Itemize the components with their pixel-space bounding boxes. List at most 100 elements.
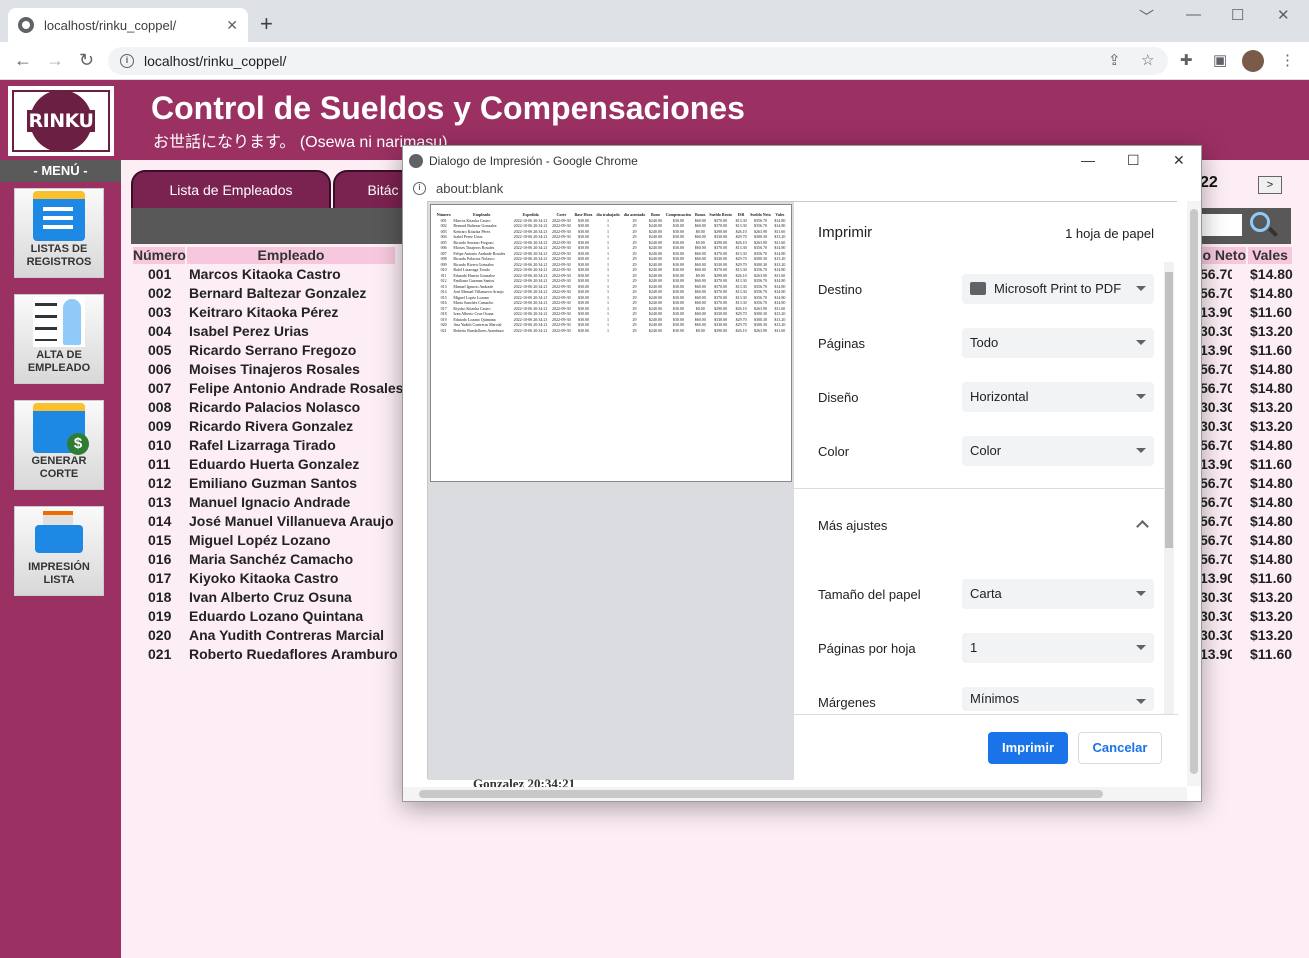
scrollbar-thumb[interactable] [1190,209,1198,774]
employee-name: Ricardo Rivera Gonzalez [189,418,354,434]
pages-select[interactable]: Todo [962,328,1154,358]
pages-per-sheet-value: 1 [970,640,978,655]
employee-net-salary: 56.70 [1200,475,1232,491]
pages-per-sheet-select[interactable]: 1 [962,633,1154,663]
share-icon[interactable]: ⇪ [1108,51,1121,69]
menu-kebab-icon[interactable]: ⋮ [1280,51,1295,69]
preview-header-cell: día trabajado [596,212,620,217]
employee-name: Miguel Lopéz Lozano [189,532,331,548]
employee-name: Marcos Kitaoka Castro [189,266,341,282]
preview-cell: $26.10 [735,327,747,333]
cancel-button[interactable]: Cancelar [1078,732,1162,764]
paper-size-label: Tamaño del papel [818,587,921,602]
profile-avatar[interactable] [1242,50,1264,72]
side-panel-icon[interactable]: ▣ [1213,51,1227,69]
employee-net-salary: 56.70 [1200,380,1232,396]
preview-cell: $240.00 [648,327,662,333]
preview-cell: 021 [440,327,447,333]
preview-cell: $13.20 [774,256,786,261]
search-input[interactable] [1200,214,1242,236]
preview-cell: $29.70 [735,234,747,239]
next-period-button[interactable]: > [1258,176,1282,194]
employee-vales: $14.80 [1250,513,1293,529]
preview-cell: $240.00 [648,289,662,294]
browser-tab[interactable]: localhost/rinku_coppel/ ✕ [8,8,248,42]
paper-size-select[interactable]: Carta [962,579,1154,609]
print-button[interactable]: Imprimir [988,732,1068,764]
preview-cell: $240.00 [648,278,662,283]
layout-select[interactable]: Horizontal [962,382,1154,412]
employee-name: Bernard Baltezar Gonzalez [189,285,367,301]
close-window-button[interactable]: ✕ [1277,6,1290,24]
preview-cell: $13.30 [735,245,747,250]
dialog-minimize-button[interactable]: — [1081,152,1095,168]
margins-label: Márgenes [818,695,876,710]
color-label: Color [818,444,850,459]
preview-cell: 2022-09-30 [552,278,571,283]
sidebar-item-alta[interactable]: ALTA DE EMPLEADO [14,294,104,384]
sidebar-label: GENERAR [31,455,87,467]
tab-lista-empleados[interactable]: Lista de Empleados [131,170,331,208]
chevron-down-icon [1136,340,1146,345]
destination-select[interactable]: Microsoft Print to PDF [962,274,1154,304]
preview-cell: 2022-09-30 [552,245,571,250]
sidebar-item-listas[interactable]: LISTAS DE REGISTROS [14,188,104,278]
employee-number: 003 [148,304,172,320]
sidebar-item-impresion[interactable]: IMPRESIÓN LISTA [14,506,104,596]
more-settings-toggle[interactable]: Más ajustes [818,518,887,533]
chevron-down-icon [1136,645,1146,650]
dialog-horizontal-scrollbar[interactable] [403,787,1187,801]
employee-name: Kiyoko Kitaoka Castro [189,570,339,586]
sidebar-item-corte[interactable]: GENERARCORTE [14,400,104,490]
bookmark-star-icon[interactable]: ☆ [1141,51,1154,69]
info-icon: i [413,181,426,195]
dialog-maximize-button[interactable]: ☐ [1127,152,1140,169]
pages-label: Páginas [818,336,865,351]
sidebar-label: LISTA [43,574,75,586]
search-icon[interactable] [1250,212,1270,232]
info-icon[interactable]: i [120,54,134,68]
sidebar-label: REGISTROS [26,256,92,268]
preview-cell: $29.70 [735,256,747,261]
print-preview-container: Número Empleado Expedida Corte Base Hora día … [427,201,1178,780]
extensions-icon[interactable]: ✚ [1180,51,1193,69]
settings-scrollbar[interactable] [1164,262,1174,714]
employee-vales: $13.20 [1250,323,1293,339]
employee-name: Rafel Lizarraga Tirado [189,437,336,453]
close-tab-icon[interactable]: ✕ [226,17,238,34]
money-list-icon [33,403,89,455]
employee-number: 015 [148,532,172,548]
preview-page: Número Empleado Expedida Corte Base Hora día … [430,204,792,482]
globe-icon [18,17,34,33]
maximize-button[interactable]: ☐ [1231,6,1244,24]
preview-cell: $11.60 [774,327,786,333]
new-tab-button[interactable]: + [260,12,273,36]
forward-button[interactable]: → [46,50,64,71]
menu-label: - MENÚ - [0,160,121,182]
preview-cell: 2022-09-30 [552,256,571,261]
scrollbar-thumb[interactable] [1165,272,1173,548]
chevron-up-icon[interactable] [1136,520,1149,533]
employee-number: 020 [148,627,172,643]
color-select[interactable]: Color [962,436,1154,466]
tab-title: localhost/rinku_coppel/ [44,17,177,33]
dialog-close-button[interactable]: ✕ [1173,152,1185,169]
preview-header-cell: Sueldo Bruto [709,212,732,217]
preview-cell: $240.00 [648,311,662,316]
scrollbar-thumb[interactable] [419,790,1103,798]
browser-tabstrip: localhost/rinku_coppel/ ✕ + ﹀ — ☐ ✕ [0,0,1309,42]
back-button[interactable]: ← [14,50,32,71]
employee-vales: $14.80 [1250,532,1293,548]
reload-button[interactable]: ↻ [79,50,94,71]
employee-vales: $11.60 [1250,646,1293,662]
address-bar[interactable]: i localhost/rinku_coppel/ [108,47,1168,75]
destination-value: Microsoft Print to PDF [994,281,1122,296]
dialog-vertical-scrollbar[interactable] [1187,201,1201,786]
margins-select[interactable]: Mínimos [962,687,1154,711]
employee-number: 005 [148,342,172,358]
tab-search-icon[interactable]: ﹀ [1139,6,1154,27]
employee-number: 008 [148,399,172,415]
header-vales: Vales [1248,247,1292,264]
employee-number: 010 [148,437,172,453]
minimize-button[interactable]: — [1186,6,1201,23]
